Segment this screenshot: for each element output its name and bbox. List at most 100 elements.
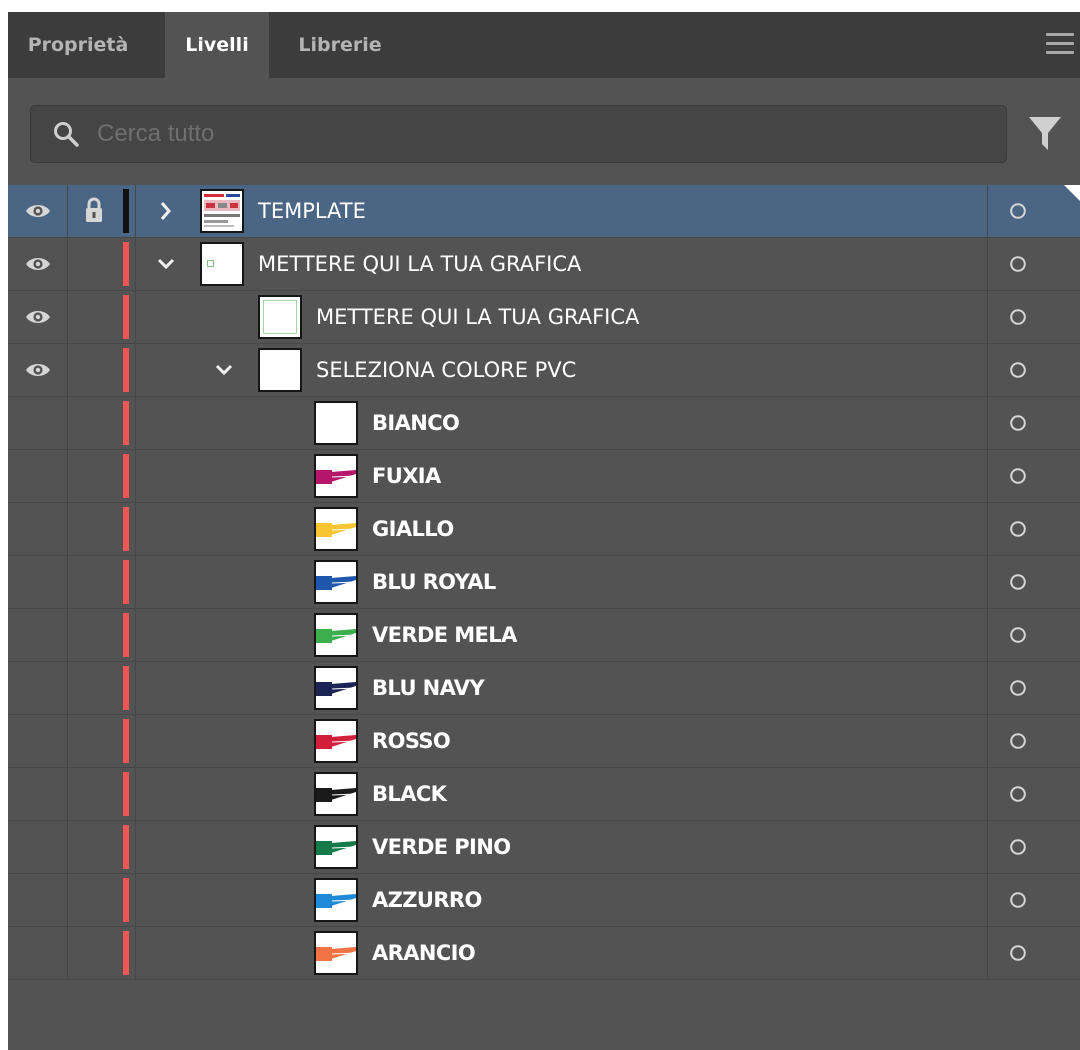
- target-circle-icon[interactable]: [1009, 414, 1027, 432]
- visibility-toggle[interactable]: [8, 450, 68, 502]
- chevron-down-icon[interactable]: [156, 253, 176, 275]
- lock-toggle[interactable]: [68, 662, 122, 714]
- lock-toggle[interactable]: [68, 450, 122, 502]
- lock-toggle[interactable]: [68, 397, 122, 449]
- layer-name-cell[interactable]: METTERE QUI LA TUA GRAFICA: [135, 291, 987, 343]
- lock-toggle[interactable]: [68, 609, 122, 661]
- eye-icon[interactable]: [25, 360, 51, 380]
- lock-toggle[interactable]: [68, 821, 122, 873]
- layer-row[interactable]: VERDE PINO: [8, 821, 1080, 874]
- lock-toggle[interactable]: [68, 768, 122, 820]
- target-cell[interactable]: [987, 238, 1080, 290]
- target-cell[interactable]: [987, 609, 1080, 661]
- target-circle-icon[interactable]: [1009, 202, 1027, 220]
- visibility-toggle[interactable]: [8, 874, 68, 926]
- layer-name-cell[interactable]: GIALLO: [135, 503, 987, 555]
- layer-name-cell[interactable]: BLACK: [135, 768, 987, 820]
- layer-row[interactable]: GIALLO: [8, 503, 1080, 556]
- chevron-down-icon[interactable]: [214, 359, 234, 381]
- layer-row[interactable]: ARANCIO: [8, 927, 1080, 980]
- visibility-toggle[interactable]: [8, 927, 68, 979]
- target-cell[interactable]: [987, 715, 1080, 767]
- layer-name-cell[interactable]: METTERE QUI LA TUA GRAFICA: [135, 238, 987, 290]
- visibility-toggle[interactable]: [8, 291, 68, 343]
- target-cell[interactable]: [987, 450, 1080, 502]
- layer-name-cell[interactable]: BIANCO: [135, 397, 987, 449]
- eye-icon[interactable]: [25, 307, 51, 327]
- layer-row[interactable]: SELEZIONA COLORE PVC: [8, 344, 1080, 397]
- hamburger-menu-icon[interactable]: [1046, 33, 1074, 55]
- layer-row[interactable]: BLU ROYAL: [8, 556, 1080, 609]
- tab-libraries[interactable]: Librerie: [285, 12, 395, 78]
- layer-name-cell[interactable]: ARANCIO: [135, 927, 987, 979]
- layer-name-cell[interactable]: BLU ROYAL: [135, 556, 987, 608]
- tab-layers[interactable]: Livelli: [165, 12, 269, 78]
- target-circle-icon[interactable]: [1009, 255, 1027, 273]
- target-cell[interactable]: [987, 291, 1080, 343]
- target-cell[interactable]: [987, 556, 1080, 608]
- visibility-toggle[interactable]: [8, 715, 68, 767]
- target-circle-icon[interactable]: [1009, 785, 1027, 803]
- layer-row[interactable]: AZZURRO: [8, 874, 1080, 927]
- lock-toggle[interactable]: [68, 238, 122, 290]
- target-circle-icon[interactable]: [1009, 520, 1027, 538]
- visibility-toggle[interactable]: [8, 185, 68, 237]
- visibility-toggle[interactable]: [8, 344, 68, 396]
- visibility-toggle[interactable]: [8, 768, 68, 820]
- visibility-toggle[interactable]: [8, 821, 68, 873]
- target-circle-icon[interactable]: [1009, 573, 1027, 591]
- target-circle-icon[interactable]: [1009, 732, 1027, 750]
- target-circle-icon[interactable]: [1009, 891, 1027, 909]
- layer-name-cell[interactable]: TEMPLATE: [135, 185, 987, 237]
- target-cell[interactable]: [987, 927, 1080, 979]
- target-cell[interactable]: [987, 503, 1080, 555]
- visibility-toggle[interactable]: [8, 397, 68, 449]
- lock-toggle[interactable]: [68, 556, 122, 608]
- layer-row[interactable]: VERDE MELA: [8, 609, 1080, 662]
- target-cell[interactable]: [987, 185, 1080, 237]
- search-input[interactable]: [97, 114, 977, 154]
- target-cell[interactable]: [987, 344, 1080, 396]
- lock-toggle[interactable]: [68, 291, 122, 343]
- visibility-toggle[interactable]: [8, 662, 68, 714]
- chevron-right-icon[interactable]: [156, 200, 176, 222]
- layer-name-cell[interactable]: FUXIA: [135, 450, 987, 502]
- layer-row[interactable]: BIANCO: [8, 397, 1080, 450]
- visibility-toggle[interactable]: [8, 556, 68, 608]
- target-circle-icon[interactable]: [1009, 626, 1027, 644]
- target-cell[interactable]: [987, 874, 1080, 926]
- layer-row[interactable]: BLU NAVY: [8, 662, 1080, 715]
- eye-icon[interactable]: [25, 254, 51, 274]
- layer-row[interactable]: METTERE QUI LA TUA GRAFICA: [8, 238, 1080, 291]
- lock-toggle[interactable]: [68, 503, 122, 555]
- target-circle-icon[interactable]: [1009, 361, 1027, 379]
- filter-funnel-icon[interactable]: [1028, 116, 1062, 152]
- visibility-toggle[interactable]: [8, 503, 68, 555]
- target-cell[interactable]: [987, 821, 1080, 873]
- layer-row[interactable]: ROSSO: [8, 715, 1080, 768]
- eye-icon[interactable]: [25, 201, 51, 221]
- layer-row[interactable]: FUXIA: [8, 450, 1080, 503]
- layer-name-cell[interactable]: VERDE MELA: [135, 609, 987, 661]
- visibility-toggle[interactable]: [8, 609, 68, 661]
- layer-row[interactable]: METTERE QUI LA TUA GRAFICA: [8, 291, 1080, 344]
- lock-toggle[interactable]: [68, 344, 122, 396]
- target-cell[interactable]: [987, 397, 1080, 449]
- lock-toggle[interactable]: [68, 715, 122, 767]
- layer-name-cell[interactable]: AZZURRO: [135, 874, 987, 926]
- layer-name-cell[interactable]: VERDE PINO: [135, 821, 987, 873]
- target-cell[interactable]: [987, 662, 1080, 714]
- layer-row[interactable]: BLACK: [8, 768, 1080, 821]
- target-cell[interactable]: [987, 768, 1080, 820]
- target-circle-icon[interactable]: [1009, 944, 1027, 962]
- lock-toggle[interactable]: [68, 927, 122, 979]
- target-circle-icon[interactable]: [1009, 838, 1027, 856]
- tab-properties[interactable]: Proprietà: [8, 12, 148, 78]
- layer-name-cell[interactable]: SELEZIONA COLORE PVC: [135, 344, 987, 396]
- target-circle-icon[interactable]: [1009, 308, 1027, 326]
- layer-name-cell[interactable]: BLU NAVY: [135, 662, 987, 714]
- visibility-toggle[interactable]: [8, 238, 68, 290]
- lock-toggle[interactable]: [68, 185, 122, 237]
- layer-name-cell[interactable]: ROSSO: [135, 715, 987, 767]
- layer-row[interactable]: TEMPLATE: [8, 185, 1080, 238]
